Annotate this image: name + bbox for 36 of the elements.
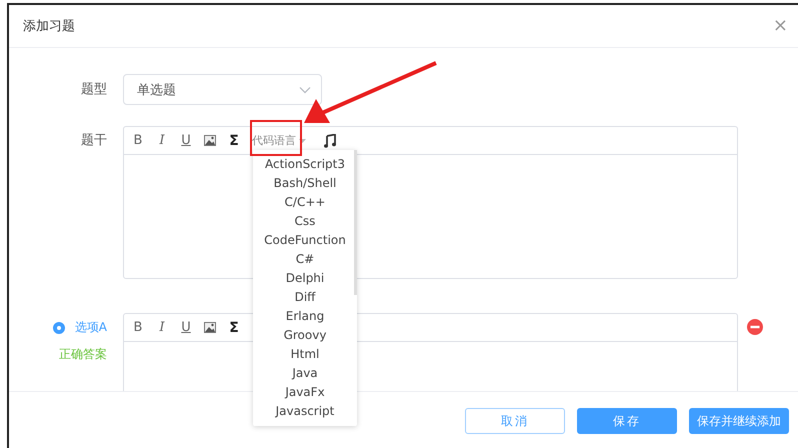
formula-button[interactable]: Σ xyxy=(222,132,246,148)
question-type-select[interactable]: 单选题 xyxy=(123,74,322,105)
caret-icon[interactable] xyxy=(299,138,306,142)
menu-item[interactable]: C# xyxy=(253,250,357,269)
menu-item[interactable]: Diff xyxy=(253,288,357,307)
menu-item[interactable]: Javascript xyxy=(253,402,357,421)
underline-button[interactable]: U xyxy=(174,133,198,148)
field-label: 题型 xyxy=(81,81,107,99)
option-label: 选项A xyxy=(74,319,107,336)
menu-item[interactable]: ActionScript3 xyxy=(253,155,357,174)
menu-item[interactable]: Css xyxy=(253,212,357,231)
image-icon[interactable] xyxy=(204,322,216,333)
correct-answer-label: 正确答案 xyxy=(59,346,107,363)
field-label: 题干 xyxy=(81,132,107,150)
menu-item[interactable]: Delphi xyxy=(253,269,357,288)
highlight-box xyxy=(250,120,302,156)
code-language-dropdown[interactable]: 代码语言 xyxy=(252,133,318,148)
dialog-title: 添加习题 xyxy=(23,18,75,35)
remove-icon[interactable] xyxy=(747,319,763,335)
italic-button[interactable]: I xyxy=(150,320,174,335)
menu-item[interactable]: Erlang xyxy=(253,307,357,326)
menu-item[interactable]: Html xyxy=(253,345,357,364)
menu-item[interactable]: JavaFx xyxy=(253,383,357,402)
music-note-icon[interactable] xyxy=(324,134,336,148)
radio-button[interactable] xyxy=(52,322,65,334)
underline-button[interactable]: U xyxy=(174,320,198,335)
bold-button[interactable]: B xyxy=(126,133,150,148)
menu-item[interactable]: CodeFunction xyxy=(253,231,357,250)
image-icon[interactable] xyxy=(204,135,216,146)
italic-button[interactable]: I xyxy=(150,133,174,148)
formula-button[interactable]: Σ xyxy=(222,320,246,336)
bold-button[interactable]: B xyxy=(126,320,150,335)
menu-item[interactable]: Groovy xyxy=(253,326,357,345)
menu-item[interactable]: Java xyxy=(253,364,357,383)
menu-item[interactable]: Bash/Shell xyxy=(253,174,357,193)
menu-item[interactable]: C/C++ xyxy=(253,193,357,212)
